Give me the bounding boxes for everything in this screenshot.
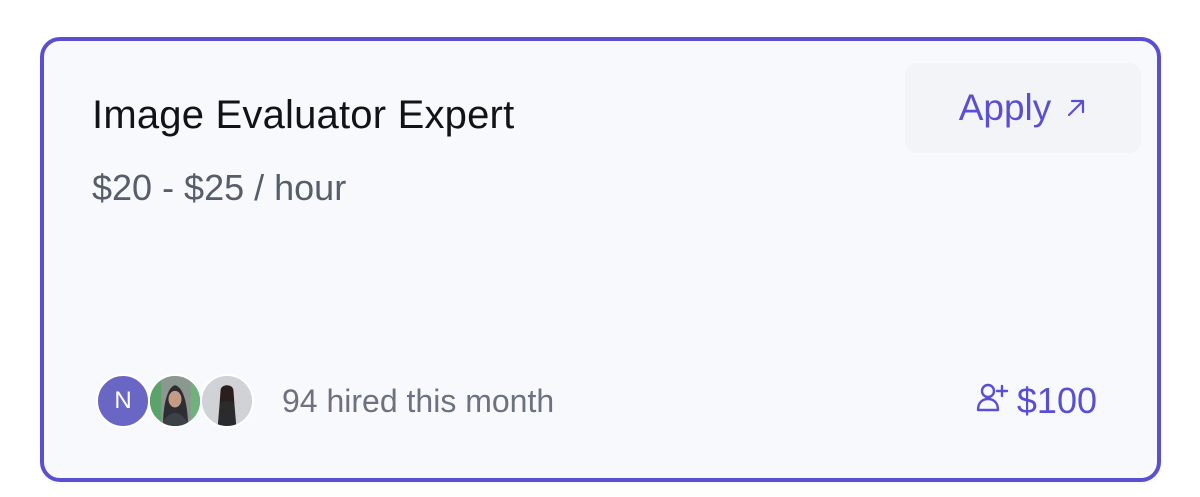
apply-button[interactable]: Apply [905, 63, 1141, 153]
pay-rate: $20 - $25 / hour [92, 167, 347, 208]
user-photo-icon [202, 376, 252, 426]
referral-bonus[interactable]: $100 [975, 380, 1097, 423]
avatar [200, 374, 254, 428]
hired-count: 94 hired this month [282, 382, 555, 419]
hired-avatars: N [96, 374, 254, 428]
arrow-up-right-icon [1065, 97, 1087, 119]
avatar: N [96, 374, 150, 428]
job-title: Image Evaluator Expert [92, 93, 515, 137]
apply-label: Apply [958, 87, 1052, 128]
user-plus-icon [975, 380, 1009, 423]
avatar-initial: N [114, 387, 132, 414]
user-photo-icon [150, 376, 200, 426]
referral-amount: $100 [1016, 380, 1097, 421]
card-footer: N 94 hired this month $100 [96, 371, 1097, 431]
avatar [148, 374, 202, 428]
job-card[interactable]: Image Evaluator Expert $20 - $25 / hour … [40, 37, 1161, 482]
